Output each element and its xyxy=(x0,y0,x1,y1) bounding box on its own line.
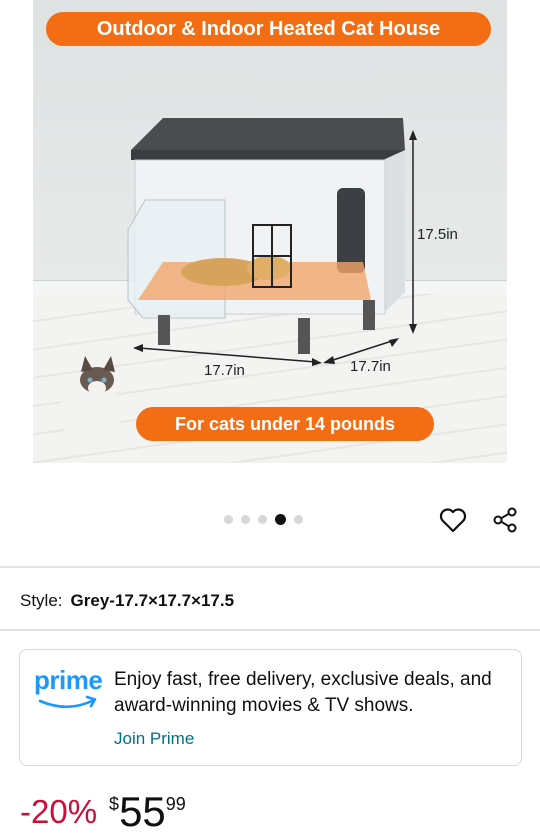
price-whole: 55 xyxy=(119,788,166,835)
price-currency: $ xyxy=(109,794,120,814)
bottom-banner: For cats under 14 pounds xyxy=(136,407,434,441)
carousel-dots[interactable] xyxy=(224,514,303,525)
prime-description: Enjoy fast, free delivery, exclusive dea… xyxy=(114,669,492,716)
prime-logo: prime xyxy=(34,665,106,709)
carousel-dot[interactable] xyxy=(224,515,233,524)
price-fraction: 99 xyxy=(165,794,186,814)
join-prime-link[interactable]: Join Prime xyxy=(114,729,194,749)
carousel-dot[interactable] xyxy=(294,515,303,524)
style-label: Style: xyxy=(20,591,63,610)
height-dimension: 17.5in xyxy=(417,226,458,243)
width-dimension: 17.7in xyxy=(204,362,245,379)
style-selector[interactable]: Style: Grey-17.7×17.7×17.5 xyxy=(20,591,234,611)
carousel-dot-active[interactable] xyxy=(275,514,286,525)
divider xyxy=(0,566,540,568)
save-to-list-button[interactable] xyxy=(436,503,470,537)
style-value: Grey-17.7×17.7×17.5 xyxy=(70,591,235,610)
carousel-dot[interactable] xyxy=(258,515,267,524)
divider xyxy=(0,629,540,631)
share-icon xyxy=(493,507,517,533)
heart-icon xyxy=(439,508,467,533)
share-button[interactable] xyxy=(488,503,522,537)
top-banner: Outdoor & Indoor Heated Cat House xyxy=(46,12,491,46)
discount-percent: -20% xyxy=(20,793,98,830)
depth-dimension: 17.7in xyxy=(350,358,391,375)
product-image[interactable]: 17.5in 17.7in 17.7in Outdoor & Indoor He… xyxy=(33,0,507,463)
carousel-dot[interactable] xyxy=(241,515,250,524)
price-block: -20% $ 55 99 xyxy=(20,790,186,834)
prime-promo-card[interactable]: prime Enjoy fast, free delivery, exclusi… xyxy=(19,649,522,766)
prime-smile-icon xyxy=(38,695,97,709)
